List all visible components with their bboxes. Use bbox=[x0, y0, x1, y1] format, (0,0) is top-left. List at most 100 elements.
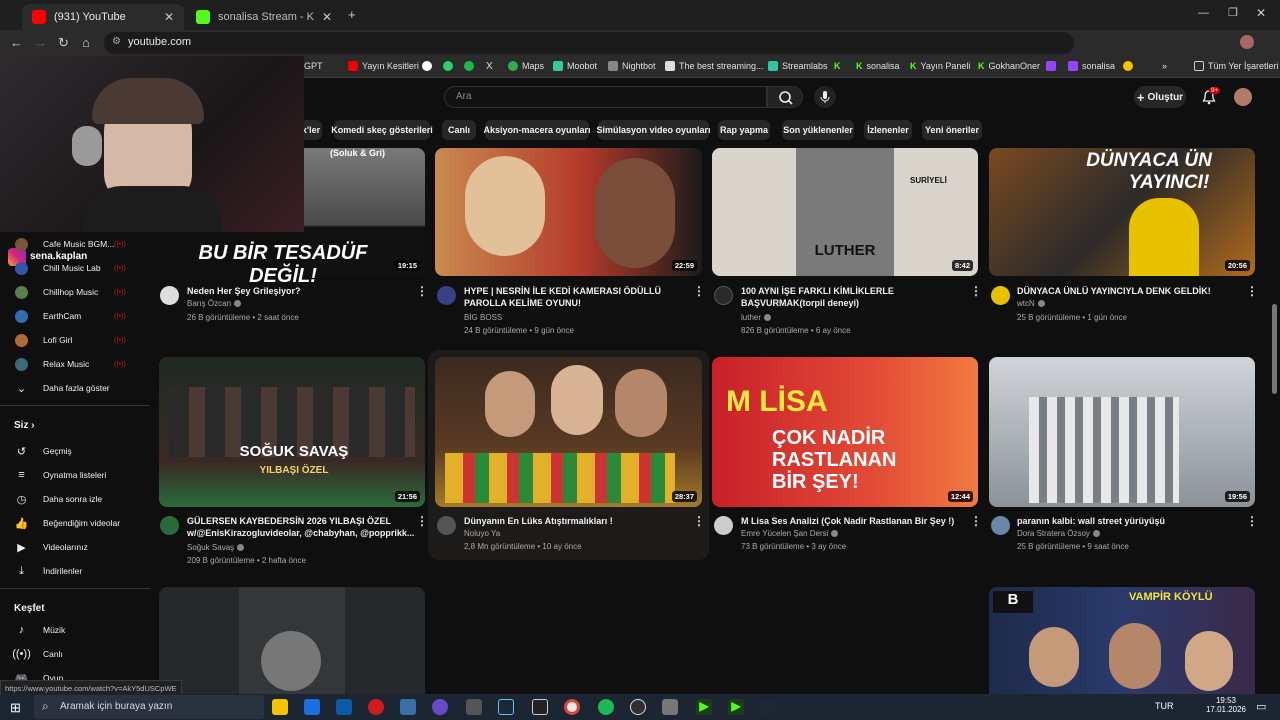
channel-name[interactable]: Emre Yücelen Şan Dersi bbox=[741, 529, 839, 538]
channel-avatar[interactable] bbox=[991, 516, 1010, 535]
video-thumbnail[interactable]: M LİSA ÇOK NADİR RASTLANAN BİR ŞEY! 12:4… bbox=[712, 357, 978, 507]
more-options-icon[interactable]: ⋮ bbox=[416, 284, 428, 298]
chip[interactable]: Simülasyon video oyunları bbox=[596, 120, 711, 140]
more-options-icon[interactable]: ⋮ bbox=[693, 514, 705, 528]
language-indicator[interactable]: TUR bbox=[1155, 701, 1174, 711]
video-thumbnail[interactable]: SOĞUK SAVAŞ YILBAŞI ÖZEL 21:56 bbox=[159, 357, 425, 507]
steam-icon[interactable] bbox=[498, 699, 514, 715]
site-info-icon[interactable]: ⚙ bbox=[112, 36, 121, 47]
sidebar-item-your-videos[interactable]: ▶ Videolarınız bbox=[0, 537, 150, 557]
sidebar-item-cafe-music[interactable]: Cafe Music BGM... ((•)) bbox=[0, 234, 150, 254]
epic-games-icon[interactable] bbox=[532, 699, 548, 715]
video-thumbnail[interactable] bbox=[159, 587, 425, 694]
sidebar-item-music[interactable]: ♪ Müzik bbox=[0, 620, 150, 640]
search-input[interactable]: Ara bbox=[444, 86, 767, 108]
more-options-icon[interactable]: ⋮ bbox=[1246, 514, 1258, 528]
channel-avatar[interactable] bbox=[160, 516, 179, 535]
app-icon[interactable] bbox=[466, 699, 482, 715]
video-thumbnail[interactable]: B VAMPİR KÖYLÜ bbox=[989, 587, 1255, 694]
sidebar-item-watch-later[interactable]: ◷ Daha sonra izle bbox=[0, 489, 150, 509]
kick-icon[interactable]: ▶ bbox=[696, 699, 712, 715]
more-bookmarks-icon[interactable]: » bbox=[1162, 61, 1167, 71]
store-icon[interactable] bbox=[304, 699, 320, 715]
kick-icon[interactable]: ▶ bbox=[728, 699, 744, 715]
channel-avatar[interactable] bbox=[437, 516, 456, 535]
chip[interactable]: İzlenenler bbox=[864, 120, 912, 140]
minimize-icon[interactable]: — bbox=[1198, 7, 1209, 19]
video-title[interactable]: Neden Her Şey Grileşiyor? bbox=[187, 285, 301, 297]
bookmark-item[interactable]: K Yayın Paneli bbox=[910, 61, 970, 71]
voice-search-button[interactable] bbox=[814, 86, 836, 108]
bookmark-item[interactable]: Moobot bbox=[553, 61, 597, 71]
emoji-icon[interactable] bbox=[1123, 61, 1133, 71]
spotify-icon[interactable] bbox=[464, 61, 474, 71]
reload-icon[interactable]: ↻ bbox=[58, 35, 69, 51]
sidebar-item-earthcam[interactable]: EarthCam ((•)) bbox=[0, 306, 150, 326]
chip[interactable]: Canlı bbox=[442, 120, 476, 140]
discord-icon[interactable] bbox=[432, 699, 448, 715]
video-title[interactable]: paranın kalbi: wall street yürüyüşü bbox=[1017, 515, 1165, 527]
channel-name[interactable]: Barış Özcan bbox=[187, 299, 242, 308]
notifications-button[interactable]: 9+ bbox=[1202, 87, 1221, 110]
bookmark-item[interactable]: Ksonalisa bbox=[856, 61, 900, 71]
create-button[interactable]: + Oluştur bbox=[1134, 86, 1186, 108]
channel-avatar[interactable] bbox=[160, 286, 179, 305]
app-icon[interactable] bbox=[662, 699, 678, 715]
user-avatar[interactable] bbox=[1234, 88, 1252, 106]
you-section-title[interactable]: Siz › bbox=[14, 420, 35, 431]
video-thumbnail[interactable]: DÜNYACA ÜN YAYINCI! 20:56 bbox=[989, 148, 1255, 276]
chip[interactable]: Komedi skeç gösterileri bbox=[331, 120, 433, 140]
whatsapp-icon[interactable] bbox=[443, 61, 453, 71]
steam-icon[interactable] bbox=[760, 699, 776, 715]
sidebar-item-playlists[interactable]: ≡ Oynatma listeleri bbox=[0, 465, 150, 485]
scrollbar-thumb[interactable] bbox=[1272, 304, 1277, 394]
video-thumbnail[interactable]: 22:59 bbox=[435, 148, 702, 276]
file-explorer-icon[interactable] bbox=[272, 699, 288, 715]
clock[interactable]: 19:53 17.01.2026 bbox=[1204, 696, 1248, 714]
channel-name[interactable]: wtcN bbox=[1017, 299, 1045, 308]
chrome-icon[interactable] bbox=[564, 699, 580, 715]
opera-icon[interactable] bbox=[368, 699, 384, 715]
google-icon[interactable] bbox=[422, 61, 432, 71]
bookmark-item[interactable]: Nightbot bbox=[608, 61, 656, 71]
sidebar-item-relax-music[interactable]: Relax Music ((•)) bbox=[0, 354, 150, 374]
notification-center-icon[interactable]: ▭ bbox=[1256, 700, 1266, 713]
video-title[interactable]: DÜNYACA ÜNLÜ YAYINCIYLA DENK GELDİK! bbox=[1017, 285, 1211, 297]
maximize-icon[interactable]: ❐ bbox=[1228, 6, 1238, 19]
bookmark-item[interactable]: sonalisa bbox=[1068, 61, 1115, 71]
twitch-icon[interactable] bbox=[1046, 61, 1056, 71]
spotify-icon[interactable] bbox=[598, 699, 614, 715]
obs-icon[interactable] bbox=[630, 699, 646, 715]
chip[interactable]: Rap yapma bbox=[718, 120, 770, 140]
close-tab-icon[interactable]: ✕ bbox=[322, 10, 332, 24]
back-icon[interactable]: ← bbox=[10, 35, 23, 50]
video-thumbnail[interactable]: 28:37 bbox=[435, 357, 702, 507]
all-bookmarks[interactable]: Tüm Yer İşaretleri bbox=[1194, 61, 1279, 71]
sidebar-item-chill-music-lab[interactable]: Chill Music Lab ((•)) bbox=[0, 258, 150, 278]
show-more-button[interactable]: ⌄ Daha fazla göster bbox=[0, 378, 150, 398]
sidebar-item-lofi-girl[interactable]: Lofi Girl ((•)) bbox=[0, 330, 150, 350]
bookmark-item[interactable]: K GokhanOner bbox=[978, 61, 1040, 71]
channel-name[interactable]: luther bbox=[741, 313, 772, 322]
sidebar-item-liked-videos[interactable]: 👍 Beğendiğim videolar bbox=[0, 513, 150, 533]
more-options-icon[interactable]: ⋮ bbox=[416, 514, 428, 528]
video-title[interactable]: GÜLERSEN KAYBEDERSİN 2026 YILBAŞI ÖZEL w/… bbox=[187, 515, 414, 539]
more-options-icon[interactable]: ⋮ bbox=[970, 284, 982, 298]
video-title[interactable]: HYPE | NESRİN İLE KEDİ KAMERASI ÖDÜLLÜ PA… bbox=[464, 285, 661, 309]
video-title[interactable]: M Lisa Ses Analizi (Çok Nadir Rastlanan … bbox=[741, 515, 954, 527]
window-close-icon[interactable]: ✕ bbox=[1256, 6, 1266, 20]
channel-name[interactable]: Soğuk Savaş bbox=[187, 543, 245, 552]
more-options-icon[interactable]: ⋮ bbox=[693, 284, 705, 298]
channel-avatar[interactable] bbox=[714, 286, 733, 305]
search-button[interactable] bbox=[767, 86, 803, 108]
app-icon[interactable] bbox=[400, 699, 416, 715]
taskbar-search-input[interactable]: ⌕ Aramak için buraya yazın bbox=[34, 695, 264, 719]
profile-avatar[interactable] bbox=[1240, 35, 1254, 49]
sidebar-item-downloads[interactable]: ⤓ İndirilenler bbox=[0, 561, 150, 581]
chip[interactable]: Son yüklenenler bbox=[782, 120, 854, 140]
address-bar[interactable]: ⚙ youtube.com bbox=[104, 32, 1074, 54]
chip[interactable]: Yeni öneriler bbox=[922, 120, 982, 140]
video-title[interactable]: 100 AYNI İŞE FARKLI KİMLİKLERLE BAŞVURMAK… bbox=[741, 285, 894, 309]
video-thumbnail[interactable]: LUTHER SURİYELİ 8:42 bbox=[712, 148, 978, 276]
channel-avatar[interactable] bbox=[714, 516, 733, 535]
